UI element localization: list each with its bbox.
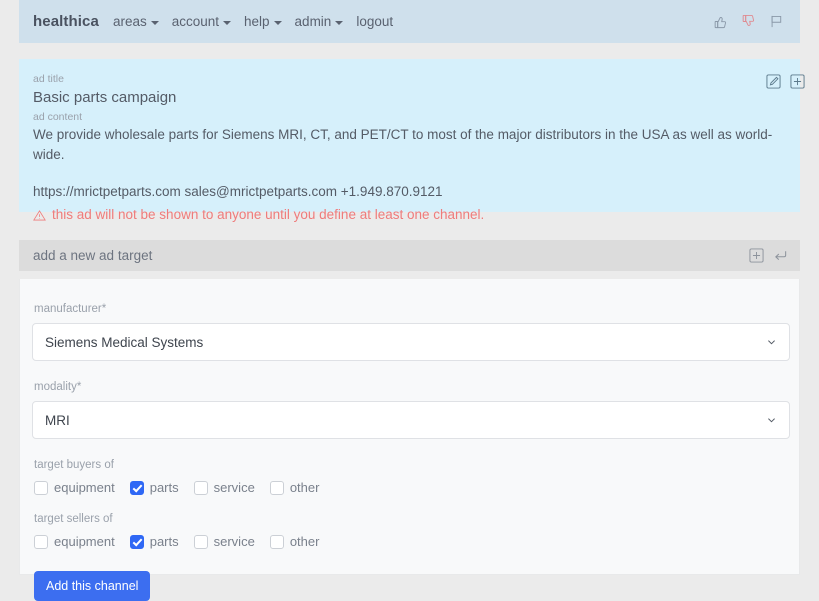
checkbox-buyers-service[interactable]: service [193, 480, 255, 495]
manufacturer-select[interactable]: Siemens Medical Systems [32, 323, 790, 361]
checkbox-box [269, 480, 284, 495]
nav-item-label: help [244, 14, 270, 29]
target-sellers-label: target sellers of [34, 513, 113, 525]
modality-selected-value: MRI [45, 412, 70, 428]
checkbox-label: service [213, 534, 255, 549]
navbar-actions [713, 14, 784, 29]
modality-select[interactable]: MRI [32, 401, 790, 439]
modality-label: modality* [34, 381, 82, 393]
page-root: healthica areas account help admin logou… [0, 0, 819, 601]
chevron-down-icon [223, 20, 232, 25]
navbar: healthica areas account help admin logou… [19, 0, 800, 43]
nav-item-help[interactable]: help [244, 14, 282, 29]
manufacturer-label: manufacturer* [34, 303, 107, 315]
nav-item-label: admin [294, 14, 332, 29]
ad-content-label: ad content [33, 111, 83, 123]
nav-links: areas account help admin logout [113, 14, 393, 29]
target-sellers-row: equipment parts service other [32, 534, 780, 549]
ad-card: ad title Basic parts campaign ad content… [19, 59, 800, 222]
warning-triangle-icon [33, 209, 46, 222]
target-panel-actions [749, 248, 788, 263]
checkbox-sellers-service[interactable]: service [193, 534, 255, 549]
nav-item-account[interactable]: account [171, 14, 232, 29]
nav-item-label: areas [112, 14, 147, 29]
target-buyers-label: target buyers of [34, 459, 114, 471]
checkbox-label: other [289, 534, 320, 549]
ad-title-label: ad title [33, 73, 64, 85]
checkbox-sellers-parts[interactable]: parts [129, 534, 179, 549]
checkbox-box [129, 480, 144, 495]
nav-item-areas[interactable]: areas [113, 14, 159, 29]
checkbox-label: parts [149, 534, 179, 549]
nav-item-admin[interactable]: admin [295, 14, 344, 29]
thumbs-down-icon[interactable] [741, 14, 756, 29]
checkbox-label: service [213, 480, 255, 495]
checkbox-buyers-parts[interactable]: parts [129, 480, 179, 495]
ad-warning: this ad will not be shown to anyone unti… [33, 205, 784, 225]
checkbox-label: equipment [54, 534, 115, 549]
brand-logo[interactable]: healthica [33, 13, 99, 30]
chevron-down-icon [150, 20, 159, 25]
edit-icon[interactable] [766, 74, 781, 89]
nav-item-label: account [171, 14, 220, 29]
checkbox-box [129, 534, 144, 549]
target-buyers-row: equipment parts service other [32, 480, 780, 495]
checkbox-label: parts [149, 480, 179, 495]
checkbox-buyers-equipment[interactable]: equipment [34, 480, 115, 495]
checkbox-box [193, 480, 208, 495]
target-panel-header: add a new ad target [19, 240, 800, 271]
nav-item-label: logout [356, 14, 394, 29]
add-channel-button[interactable]: Add this channel [34, 571, 151, 601]
checkbox-box [193, 534, 208, 549]
ad-card-actions [766, 74, 805, 89]
flag-icon[interactable] [769, 14, 784, 29]
plus-square-icon[interactable] [790, 74, 805, 89]
checkbox-box [269, 534, 284, 549]
ad-content-value: We provide wholesale parts for Siemens M… [33, 127, 773, 162]
ad-warning-text: this ad will not be shown to anyone unti… [52, 207, 485, 222]
thumbs-up-icon[interactable] [713, 14, 728, 29]
chevron-down-icon [766, 415, 777, 426]
checkbox-box [34, 480, 48, 495]
plus-square-icon[interactable] [749, 248, 764, 263]
manufacturer-selected-value: Siemens Medical Systems [45, 334, 204, 350]
checkbox-buyers-other[interactable]: other [269, 480, 320, 495]
target-panel-title: add a new ad target [33, 248, 153, 263]
chevron-down-icon [335, 20, 344, 25]
checkbox-box [34, 534, 48, 549]
checkbox-label: equipment [54, 480, 115, 495]
nav-item-logout[interactable]: logout [356, 14, 393, 29]
chevron-down-icon [766, 337, 777, 348]
checkbox-label: other [289, 480, 320, 495]
checkbox-sellers-other[interactable]: other [269, 534, 320, 549]
checkbox-sellers-equipment[interactable]: equipment [34, 534, 115, 549]
target-form-panel: manufacturer* Siemens Medical Systems mo… [19, 279, 800, 601]
ad-contact-line: https://mrictpetparts.com sales@mrictpet… [33, 184, 443, 199]
chevron-down-icon [273, 20, 282, 25]
return-arrow-icon[interactable] [773, 248, 788, 263]
ad-title-value: Basic parts campaign [33, 89, 177, 106]
